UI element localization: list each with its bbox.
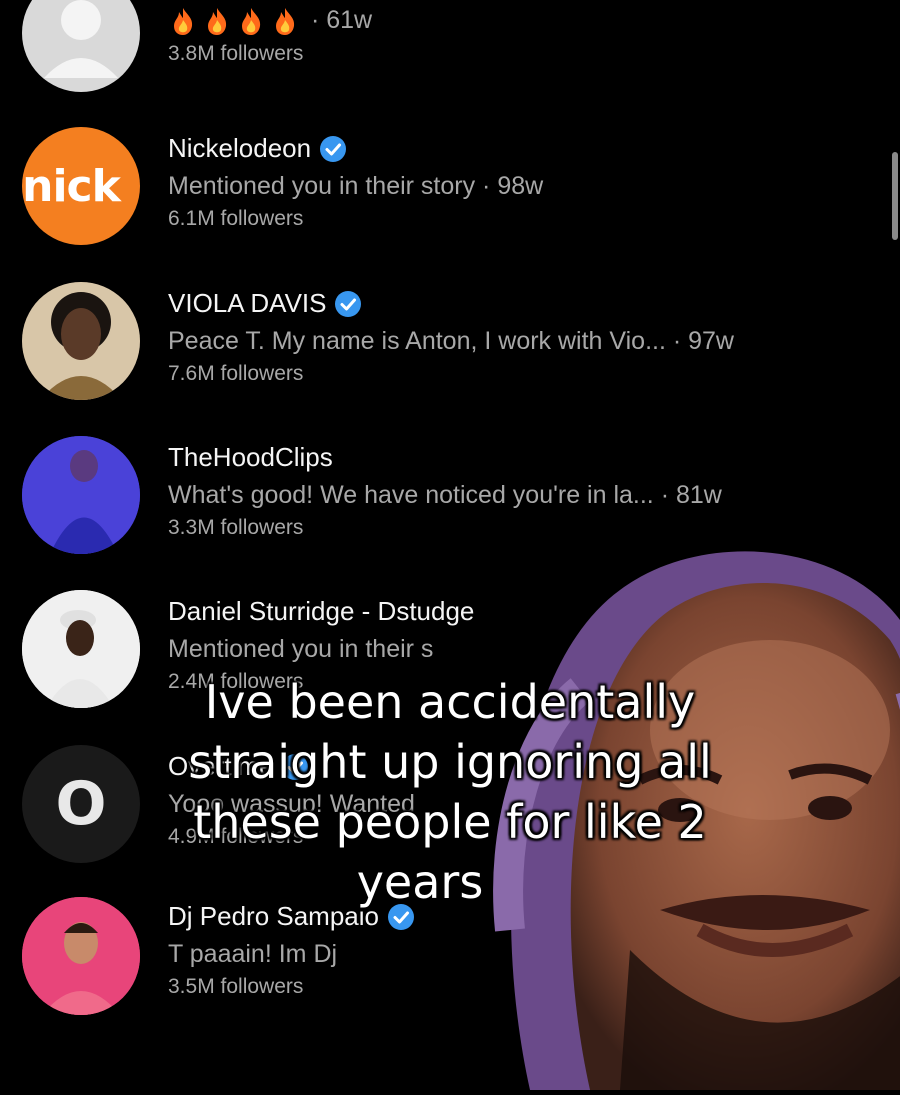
nick-logo: nick (22, 160, 121, 212)
fire-emoji-icon (236, 6, 266, 36)
message-preview: T paaain! Im Dj (168, 940, 338, 968)
message-preview: What's good! We have noticed you're in l… (168, 481, 722, 509)
caption-line: straight up ignoring all (188, 735, 712, 789)
fire-emoji-icon (168, 6, 198, 36)
caption-line: years (356, 855, 484, 909)
message-preview: Mentioned you in their s (168, 635, 434, 663)
fire-emoji-icon (202, 6, 232, 36)
time-ago: · 61w (310, 6, 373, 34)
avatar (22, 282, 140, 400)
follower-count: 6.1M followers (168, 207, 304, 230)
follower-count: 7.6M followers (168, 362, 304, 385)
username: VIOLA DAVIS (168, 288, 327, 318)
scrollbar[interactable] (892, 152, 898, 240)
avatar (22, 897, 140, 1015)
avatar: nick (22, 127, 140, 245)
avatar (22, 436, 140, 554)
follower-count: 3.5M followers (168, 975, 304, 998)
message-preview: Peace T. My name is Anton, I work with V… (168, 327, 734, 355)
message-preview: Mentioned you in their story · 98w (168, 172, 544, 200)
verified-badge-icon (320, 135, 347, 162)
video-caption: Ive been accidentally straight up ignori… (40, 672, 860, 912)
verified-badge-icon (335, 290, 362, 317)
caption-line: these people for like 2 (193, 795, 707, 849)
avatar-placeholder (22, 0, 140, 92)
fire-emoji-icon (270, 6, 300, 36)
list-item[interactable]: nick Nickelodeon Mentioned you in their … (0, 127, 900, 277)
username: Nickelodeon (168, 133, 312, 163)
username: TheHoodClips (168, 442, 333, 472)
list-item[interactable]: VIOLA DAVIS Peace T. My name is Anton, I… (0, 282, 900, 432)
username: Daniel Sturridge - Dstudge (168, 596, 475, 626)
caption-line: Ive been accidentally (204, 675, 696, 729)
follower-count: 3.8M followers (168, 42, 304, 66)
list-item[interactable]: ybnmarinii · 61w 3.8M followers (0, 0, 900, 120)
emoji-time-line: · 61w (168, 6, 372, 36)
